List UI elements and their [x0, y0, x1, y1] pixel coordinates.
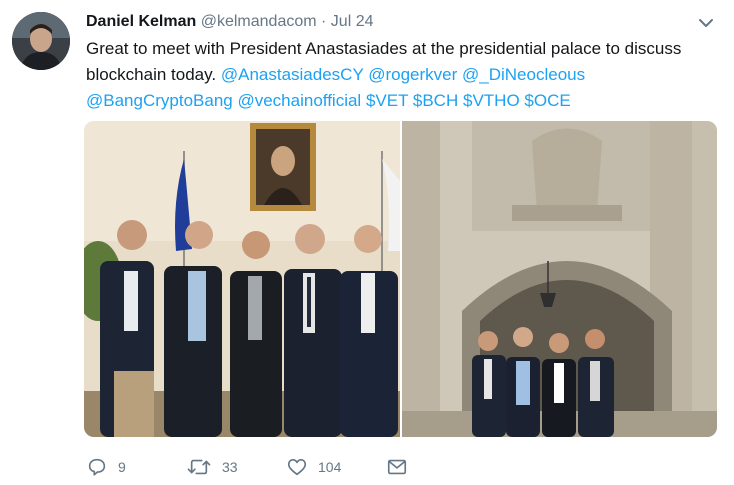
cashtag-link[interactable]: $VET [366, 91, 408, 110]
tweet-media [84, 121, 717, 437]
mention-link[interactable]: @AnastasiadesCY [221, 65, 364, 84]
retweet-icon [187, 459, 211, 475]
mention-link[interactable]: @_DiNeocleous [462, 65, 585, 84]
author-name[interactable]: Daniel Kelman [86, 13, 196, 30]
retweet-button[interactable]: 33 [186, 456, 238, 478]
author-handle[interactable]: @kelmandacom [201, 13, 317, 30]
tweet-date[interactable]: Jul 24 [331, 13, 374, 30]
avatar-image [12, 12, 70, 70]
reply-count: 9 [118, 459, 126, 475]
mention-link[interactable]: @vechainofficial [237, 91, 361, 110]
retweet-count: 33 [222, 459, 238, 475]
tweet-header: Daniel Kelman @kelmandacom · Jul 24 [86, 12, 374, 32]
avatar[interactable] [12, 12, 70, 70]
photo-palace-entrance[interactable] [402, 121, 717, 437]
mention-link[interactable]: @rogerkver [368, 65, 457, 84]
cashtag-link[interactable]: $OCE [524, 91, 570, 110]
header-separator: · [321, 13, 327, 30]
message-icon [387, 459, 407, 475]
tweet-text: Great to meet with President Anastasiade… [86, 36, 716, 114]
mention-link[interactable]: @BangCryptoBang [86, 91, 233, 110]
cashtag-link[interactable]: $BCH [413, 91, 458, 110]
reply-icon [88, 458, 106, 476]
reply-button[interactable]: 9 [86, 456, 126, 478]
cashtag-link[interactable]: $VTHO [463, 91, 520, 110]
direct-message-button[interactable] [386, 456, 408, 478]
like-count: 104 [318, 459, 342, 475]
chevron-down-icon[interactable] [696, 13, 716, 33]
photo-meeting-room[interactable] [84, 121, 400, 437]
like-icon [287, 459, 307, 476]
like-button[interactable]: 104 [286, 456, 341, 478]
